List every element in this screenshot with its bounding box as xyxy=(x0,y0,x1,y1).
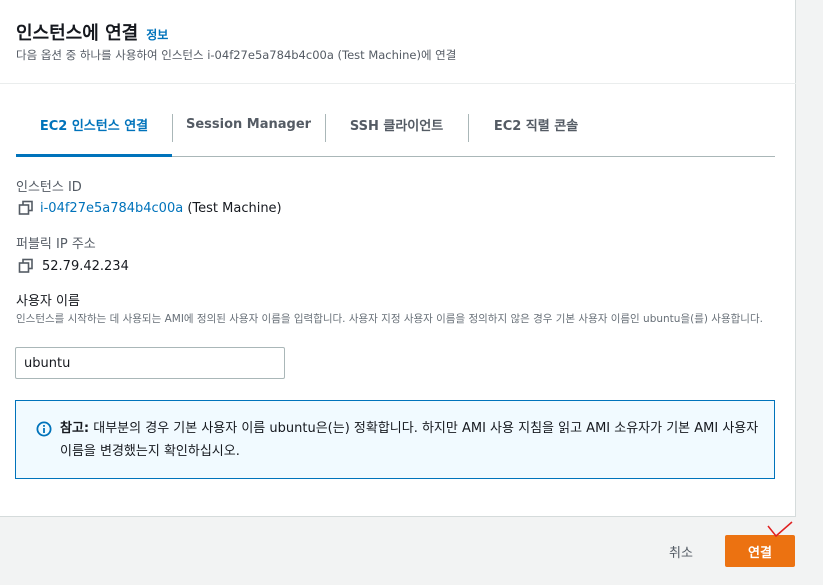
tab-ec2-instance-connect[interactable]: EC2 인스턴스 연결 xyxy=(16,110,172,157)
public-ip-value: 52.79.42.234 xyxy=(18,258,129,274)
copy-icon[interactable] xyxy=(18,258,34,274)
instance-id-value: i-04f27e5a784b4c00a (Test Machine) xyxy=(18,200,282,216)
alert-message: 참고: 대부분의 경우 기본 사용자 이름 ubuntu은(는) 정확합니다. … xyxy=(60,417,760,463)
public-ip-text: 52.79.42.234 xyxy=(42,258,129,274)
alert-strong: 참고: xyxy=(60,421,90,436)
tab-label: Session Manager xyxy=(185,116,312,132)
alert-body: 대부분의 경우 기본 사용자 이름 ubuntu은(는) 정확합니다. 하지만 … xyxy=(60,421,759,459)
info-alert: 참고: 대부분의 경우 기본 사용자 이름 ubuntu은(는) 정확합니다. … xyxy=(15,400,775,479)
username-description: 인스턴스를 시작하는 데 사용되는 AMI에 정의된 사용자 이름을 입력합니다… xyxy=(16,313,763,325)
username-input[interactable] xyxy=(15,347,285,379)
tab-label: SSH 클라이언트 xyxy=(349,118,444,134)
cancel-button[interactable]: 취소 xyxy=(655,537,707,565)
title-row: 인스턴스에 연결 정보 xyxy=(16,19,168,45)
page-subtitle: 다음 옵션 중 하나를 사용하여 인스턴스 i-04f27e5a784b4c00… xyxy=(16,48,457,62)
connection-method-tabs: EC2 인스턴스 연결 Session Manager SSH 클라이언트 EC… xyxy=(16,110,775,157)
info-icon xyxy=(36,421,52,437)
panel-header: 인스턴스에 연결 정보 다음 옵션 중 하나를 사용하여 인스턴스 i-04f2… xyxy=(0,0,796,84)
connect-panel: 인스턴스에 연결 정보 다음 옵션 중 하나를 사용하여 인스턴스 i-04f2… xyxy=(0,0,796,517)
copy-icon[interactable] xyxy=(18,200,34,216)
info-link[interactable]: 정보 xyxy=(146,26,168,43)
tab-ssh-client[interactable]: SSH 클라이언트 xyxy=(325,110,468,156)
instance-id-link[interactable]: i-04f27e5a784b4c00a xyxy=(40,201,183,216)
instance-id-label: 인스턴스 ID xyxy=(16,180,82,195)
tab-ec2-serial-console[interactable]: EC2 직렬 콘솔 xyxy=(468,110,604,156)
connect-button[interactable]: 연결 xyxy=(725,535,795,567)
tab-session-manager[interactable]: Session Manager xyxy=(172,110,325,156)
public-ip-label: 퍼블릭 IP 주소 xyxy=(16,237,96,252)
tab-label: EC2 인스턴스 연결 xyxy=(39,118,149,134)
instance-name: (Test Machine) xyxy=(183,200,282,216)
tab-label: EC2 직렬 콘솔 xyxy=(493,118,579,134)
check-mark-annotation-icon xyxy=(767,521,793,538)
username-label: 사용자 이름 xyxy=(16,294,80,309)
page-title: 인스턴스에 연결 xyxy=(16,23,139,44)
